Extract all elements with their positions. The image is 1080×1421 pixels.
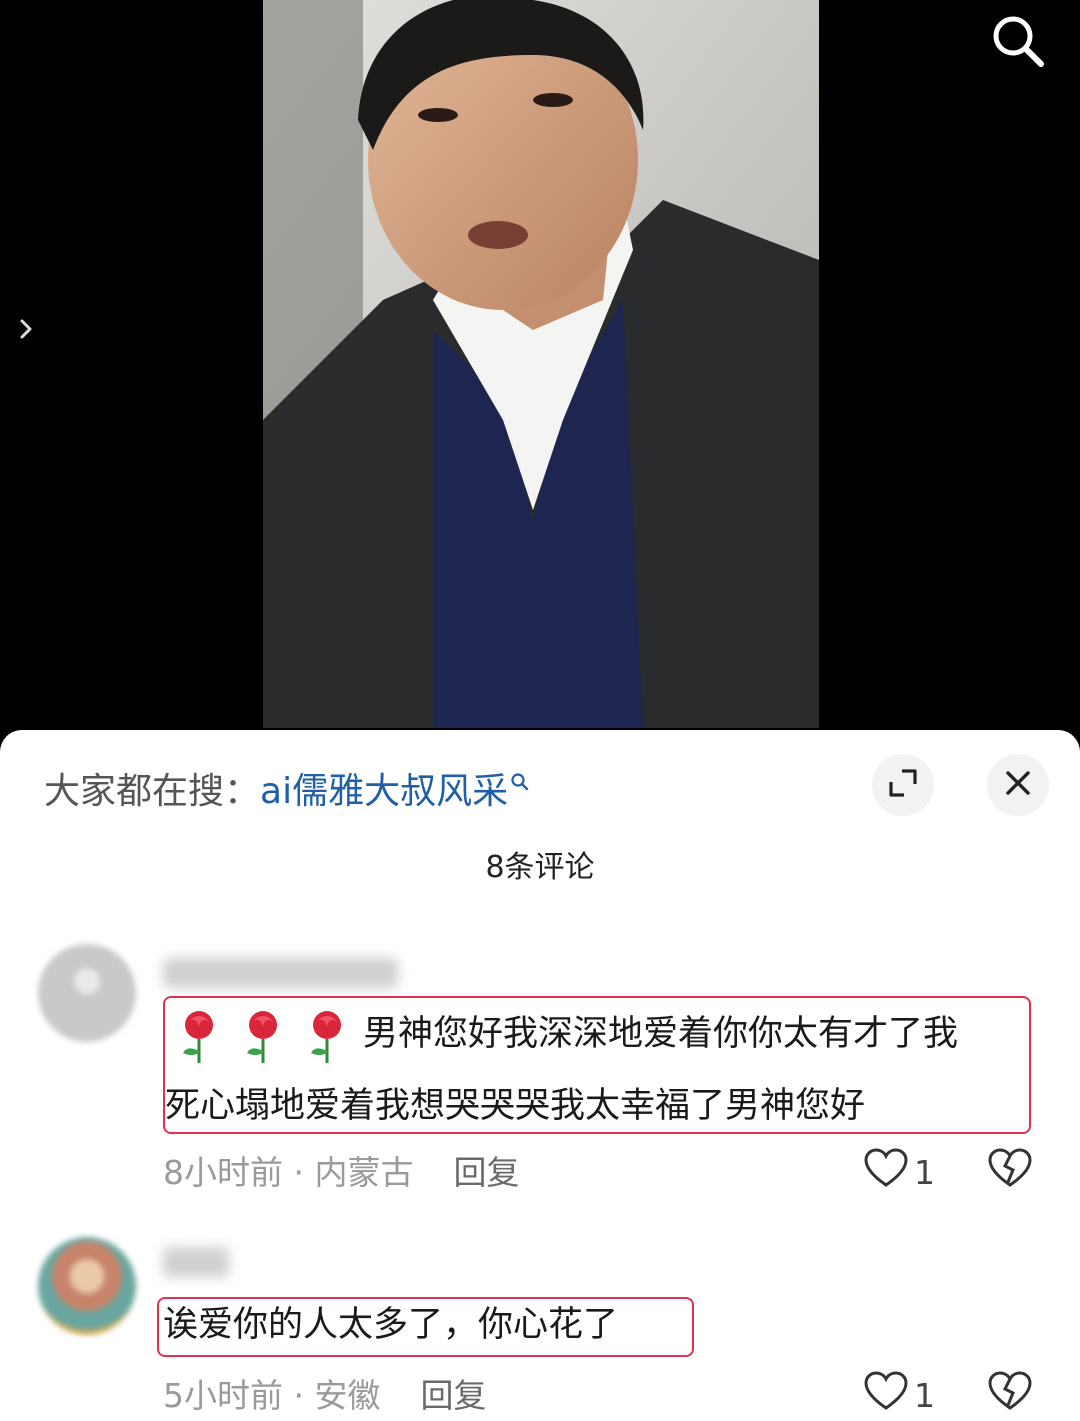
- avatar[interactable]: [38, 944, 136, 1042]
- comment-time: 8小时前: [163, 1153, 283, 1192]
- close-button[interactable]: [987, 754, 1049, 816]
- comment-text-line1: 诶爱你的人太多了，你心花了: [163, 1305, 619, 1345]
- comment-time: 5小时前: [163, 1376, 283, 1415]
- comment-text-line2: 死心塌地爱着我想哭哭哭我太幸福了男神您好: [165, 1086, 866, 1126]
- comment-meta: 5小时前 · 安徽 回复: [163, 1376, 487, 1415]
- like-count: 1: [914, 1375, 935, 1415]
- comment-item: 男神您好我深深地爱着你你太有才了我 死心塌地爱着我想哭哭哭我太幸福了男神您好 8…: [0, 940, 1080, 1200]
- rose-emoji-icon: [299, 1005, 355, 1065]
- comment-sheet: 大家都在搜：ai儒雅大叔风采 8条评论 男神您好我深深地爱着你你太有才了我 死心…: [0, 730, 1080, 1421]
- chevron-right-icon[interactable]: [14, 312, 38, 346]
- small-search-icon: [510, 762, 530, 803]
- like-count: 1: [914, 1152, 935, 1192]
- rose-emoji-icon: [171, 1005, 227, 1065]
- comment-line: 男神您好我深深地爱着你你太有才了我: [165, 998, 1029, 1070]
- broken-heart-icon[interactable]: [988, 1371, 1032, 1415]
- reply-button[interactable]: 回复: [453, 1153, 519, 1192]
- comment-text-line1: 男神您好我深深地爱着你你太有才了我: [363, 1014, 959, 1054]
- expand-button[interactable]: [872, 754, 934, 816]
- like-button[interactable]: 1: [864, 1371, 935, 1419]
- hot-search-label: 大家都在搜：: [44, 771, 261, 812]
- username-blurred[interactable]: [163, 958, 398, 988]
- comment-body: 男神您好我深深地爱着你你太有才了我 死心塌地爱着我想哭哭哭我太幸福了男神您好: [163, 996, 1031, 1134]
- comment-item: 诶爱你的人太多了，你心花了 5小时前 · 安徽 回复 1: [0, 1235, 1080, 1421]
- heart-icon: [864, 1148, 908, 1196]
- search-icon[interactable]: [985, 8, 1051, 74]
- comment-body: 诶爱你的人太多了，你心花了: [157, 1297, 694, 1357]
- video-player[interactable]: [0, 0, 1080, 760]
- like-button[interactable]: 1: [864, 1148, 935, 1196]
- hot-search[interactable]: 大家都在搜：ai儒雅大叔风采: [44, 762, 530, 814]
- comment-meta: 8小时前 · 内蒙古 回复: [163, 1153, 520, 1192]
- comment-location: 安徽: [314, 1376, 381, 1415]
- hot-search-keyword[interactable]: ai儒雅大叔风采: [260, 771, 508, 812]
- avatar[interactable]: [38, 1237, 136, 1335]
- broken-heart-icon[interactable]: [988, 1148, 1032, 1192]
- close-icon: [1004, 769, 1032, 801]
- expand-icon: [888, 768, 918, 802]
- rose-emoji-icon: [235, 1005, 291, 1065]
- video-frame: [263, 0, 819, 728]
- username-blurred[interactable]: [163, 1247, 229, 1277]
- heart-icon: [864, 1371, 908, 1419]
- reply-button[interactable]: 回复: [420, 1376, 486, 1415]
- comment-location: 内蒙古: [314, 1153, 414, 1192]
- comment-count: 8条评论: [485, 850, 595, 885]
